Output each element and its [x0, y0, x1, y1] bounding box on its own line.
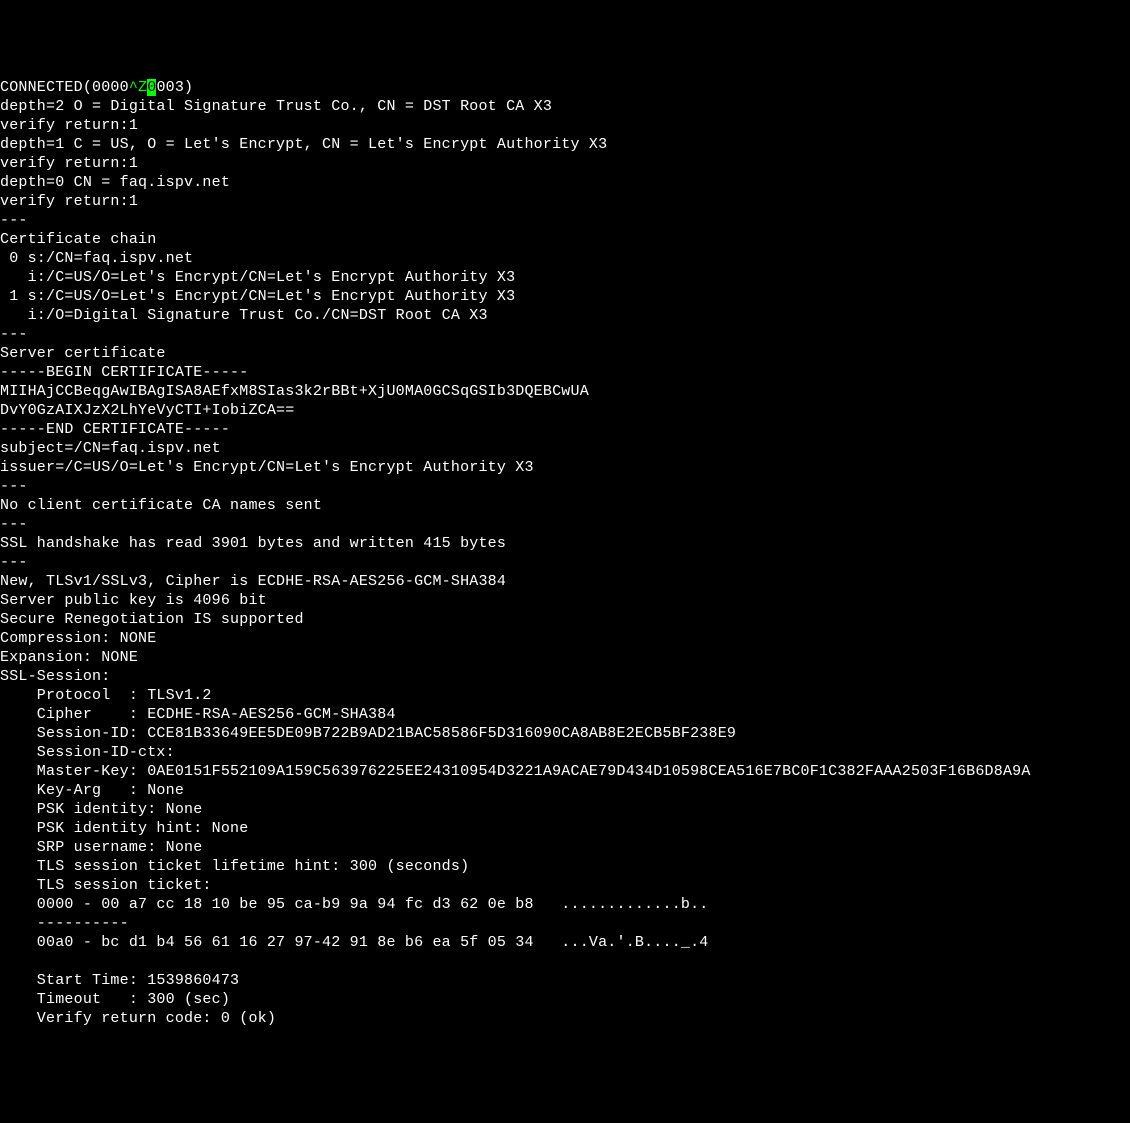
line: DvY0GzAIXJzX2LhYeVyCTI+IobiZCA== — [0, 402, 294, 419]
conn-suffix: 003) — [156, 79, 193, 96]
line: Timeout : 300 (sec) — [0, 991, 230, 1008]
line: SSL-Session: — [0, 668, 110, 685]
line: verify return:1 — [0, 117, 138, 134]
line: --- — [0, 326, 28, 343]
line: PSK identity: None — [0, 801, 202, 818]
line: Server certificate — [0, 345, 166, 362]
line: --- — [0, 478, 28, 495]
line: depth=2 O = Digital Signature Trust Co.,… — [0, 98, 552, 115]
line: SSL handshake has read 3901 bytes and wr… — [0, 535, 506, 552]
line: Master-Key: 0AE0151F552109A159C563976225… — [0, 763, 1031, 780]
line: issuer=/C=US/O=Let's Encrypt/CN=Let's En… — [0, 459, 534, 476]
line: i:/C=US/O=Let's Encrypt/CN=Let's Encrypt… — [0, 269, 515, 286]
line: --- — [0, 554, 28, 571]
line: Start Time: 1539860473 — [0, 972, 239, 989]
line: Certificate chain — [0, 231, 156, 248]
line: MIIHAjCCBeqgAwIBAgISA8AEfxM8SIas3k2rBBt+… — [0, 383, 589, 400]
line: New, TLSv1/SSLv3, Cipher is ECDHE-RSA-AE… — [0, 573, 506, 590]
line: -----END CERTIFICATE----- — [0, 421, 230, 438]
terminal-output[interactable]: CONNECTED(0000^Z0003) depth=2 O = Digita… — [0, 76, 1130, 1028]
line: SRP username: None — [0, 839, 202, 856]
line: Expansion: NONE — [0, 649, 138, 666]
line: TLS session ticket lifetime hint: 300 (s… — [0, 858, 469, 875]
line: ---------- — [0, 915, 129, 932]
line: No client certificate CA names sent — [0, 497, 322, 514]
line: Verify return code: 0 (ok) — [0, 1010, 276, 1027]
line: 1 s:/C=US/O=Let's Encrypt/CN=Let's Encry… — [0, 288, 515, 305]
line: Compression: NONE — [0, 630, 156, 647]
line: Session-ID-ctx: — [0, 744, 175, 761]
line: depth=1 C = US, O = Let's Encrypt, CN = … — [0, 136, 607, 153]
line: 0 s:/CN=faq.ispv.net — [0, 250, 193, 267]
line: Key-Arg : None — [0, 782, 184, 799]
line: Secure Renegotiation IS supported — [0, 611, 304, 628]
conn-prefix: CONNECTED(0000 — [0, 79, 129, 96]
line: verify return:1 — [0, 155, 138, 172]
line: verify return:1 — [0, 193, 138, 210]
line: i:/O=Digital Signature Trust Co./CN=DST … — [0, 307, 488, 324]
line: Protocol : TLSv1.2 — [0, 687, 212, 704]
line: subject=/CN=faq.ispv.net — [0, 440, 221, 457]
line: Session-ID: CCE81B33649EE5DE09B722B9AD21… — [0, 725, 736, 742]
line: depth=0 CN = faq.ispv.net — [0, 174, 230, 191]
line: Server public key is 4096 bit — [0, 592, 267, 609]
line: 00a0 - bc d1 b4 56 61 16 27 97-42 91 8e … — [0, 934, 709, 951]
line: PSK identity hint: None — [0, 820, 248, 837]
line: --- — [0, 516, 28, 533]
line: --- — [0, 212, 28, 229]
connected-line: CONNECTED(0000^Z0003) — [0, 79, 193, 96]
line: -----BEGIN CERTIFICATE----- — [0, 364, 248, 381]
ctrl-char: ^Z — [129, 79, 147, 96]
line: TLS session ticket: — [0, 877, 212, 894]
line: 0000 - 00 a7 cc 18 10 be 95 ca-b9 9a 94 … — [0, 896, 709, 913]
line: Cipher : ECDHE-RSA-AES256-GCM-SHA384 — [0, 706, 396, 723]
